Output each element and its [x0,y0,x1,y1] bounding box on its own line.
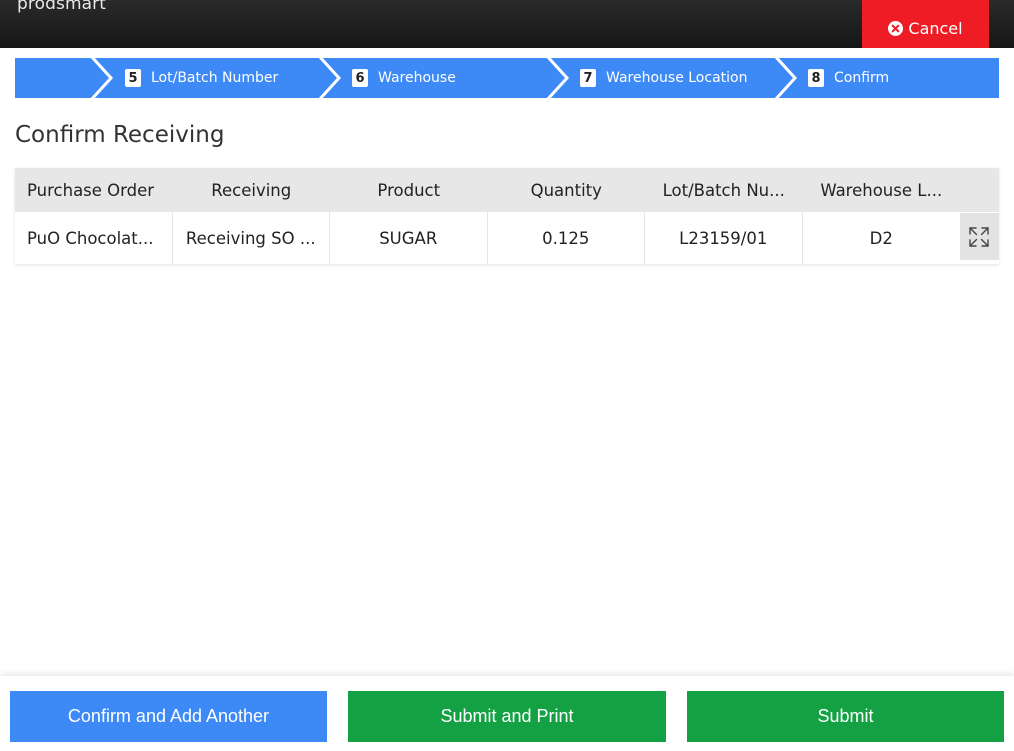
column-header-spacer [960,168,999,212]
step-number-badge: 6 [352,69,368,87]
expand-row-button[interactable] [960,213,999,260]
step-separator [318,58,342,98]
cell-text: PuO Chocolat... [27,228,154,248]
step-number-badge: 7 [580,69,596,87]
logo: prodsmart [17,0,106,14]
cancel-label: Cancel [908,18,963,38]
cell-text: L23159/01 [679,228,768,248]
column-header-lot-batch-number[interactable]: Lot/Batch Nu... [645,168,803,212]
column-header-receiving[interactable]: Receiving [173,168,331,212]
column-header-quantity[interactable]: Quantity [488,168,646,212]
step-warehouse[interactable]: 6 Warehouse [352,58,456,98]
receiving-table: Purchase Order Receiving Product Quantit… [15,168,999,264]
cell-text: Receiving SO ... [185,228,316,248]
confirm-and-add-another-button[interactable]: Confirm and Add Another [10,691,327,742]
times-circle-icon [888,20,904,36]
cell-receiving: Receiving SO ... [173,212,330,264]
cell-text: 0.125 [542,228,590,248]
step-separator [774,58,798,98]
submit-button[interactable]: Submit [687,691,1004,742]
cell-purchase-order: PuO Chocolat... [15,212,173,264]
cell-warehouse-location: D2 [803,212,961,264]
step-number-badge: 8 [808,69,824,87]
column-header-warehouse-location[interactable]: Warehouse L... [803,168,961,212]
step-warehouse-location[interactable]: 7 Warehouse Location [580,58,747,98]
footer-action-bar: Confirm and Add Another Submit and Print… [0,676,1014,751]
step-label: Confirm [834,70,890,86]
step-number-badge: 5 [125,69,141,87]
submit-and-print-button[interactable]: Submit and Print [348,691,666,742]
cancel-button[interactable]: Cancel [862,0,989,48]
expand-arrows-icon [969,226,990,247]
cell-quantity: 0.125 [488,212,645,264]
top-bar: prodsmart Cancel [0,0,1014,48]
step-separator [90,58,114,98]
cell-text: SUGAR [379,228,438,248]
step-progress-bar: 5 Lot/Batch Number 6 Warehouse 7 Warehou… [15,58,999,98]
step-confirm[interactable]: 8 Confirm [808,58,889,98]
step-lot-batch-number[interactable]: 5 Lot/Batch Number [125,58,278,98]
page-title: Confirm Receiving [15,122,225,148]
column-header-product[interactable]: Product [330,168,488,212]
table-header: Purchase Order Receiving Product Quantit… [15,168,999,212]
cell-product: SUGAR [330,212,488,264]
step-label: Warehouse Location [606,70,748,86]
cell-text: D2 [869,228,893,248]
step-separator [546,58,570,98]
step-label: Lot/Batch Number [151,70,279,86]
table-row[interactable]: PuO Chocolat... Receiving SO ... SUGAR 0… [15,212,999,264]
column-header-purchase-order[interactable]: Purchase Order [15,168,173,212]
step-label: Warehouse [378,70,456,86]
cell-lot-batch-number: L23159/01 [645,212,803,264]
